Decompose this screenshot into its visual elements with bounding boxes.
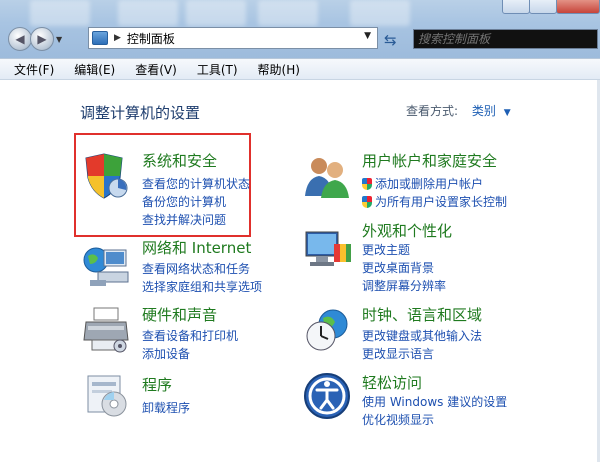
menu-view[interactable]: 查看(V) bbox=[135, 61, 177, 78]
menu-file[interactable]: 文件(F) bbox=[14, 61, 54, 78]
category-title-user-accounts[interactable]: 用户帐户和家庭安全 bbox=[362, 150, 497, 171]
navigation-row: ◀ ▶ ▼ ▶ 控制面板 ▼ ⇆ ⚲ bbox=[8, 25, 600, 53]
link-view-computer-status[interactable]: 查看您的计算机状态 bbox=[142, 175, 250, 192]
link-adjust-resolution[interactable]: 调整屏幕分辨率 bbox=[362, 277, 446, 294]
minimize-button[interactable] bbox=[502, 0, 530, 14]
ease-of-access-icon[interactable] bbox=[303, 372, 351, 420]
recent-pages-dropdown[interactable]: ▼ bbox=[56, 35, 68, 44]
link-parental-controls[interactable]: 为所有用户设置家长控制 bbox=[362, 193, 507, 210]
background-blur bbox=[258, 0, 318, 26]
maximize-button[interactable] bbox=[529, 0, 557, 14]
category-title-appearance[interactable]: 外观和个性化 bbox=[362, 220, 452, 241]
link-use-windows-recommended[interactable]: 使用 Windows 建议的设置 bbox=[362, 393, 507, 410]
view-by-selector[interactable]: 类别 bbox=[472, 104, 496, 118]
back-arrow-icon: ◀ bbox=[15, 32, 25, 46]
category-title-hardware-sound[interactable]: 硬件和声音 bbox=[142, 304, 217, 325]
uac-shield-icon bbox=[362, 196, 372, 208]
link-change-theme[interactable]: 更改主题 bbox=[362, 241, 410, 258]
link-uninstall-program[interactable]: 卸载程序 bbox=[142, 399, 190, 416]
breadcrumb-separator-icon[interactable]: ▶ bbox=[114, 33, 121, 43]
forward-arrow-icon: ▶ bbox=[37, 32, 47, 46]
close-button[interactable] bbox=[556, 0, 600, 14]
chevron-down-icon[interactable]: ▼ bbox=[504, 108, 511, 118]
background-blur bbox=[350, 0, 410, 26]
menu-edit[interactable]: 编辑(E) bbox=[74, 61, 115, 78]
window-controls bbox=[502, 0, 600, 14]
view-by: 查看方式: 类别 ▼ bbox=[406, 102, 511, 119]
category-title-system-security[interactable]: 系统和安全 bbox=[142, 150, 217, 171]
forward-button[interactable]: ▶ bbox=[30, 27, 54, 51]
refresh-icon[interactable]: ⇆ bbox=[384, 31, 397, 49]
uac-shield-icon bbox=[362, 178, 372, 190]
link-change-keyboard[interactable]: 更改键盘或其他输入法 bbox=[362, 327, 482, 344]
shield-security-icon[interactable] bbox=[80, 152, 128, 200]
control-panel-content: 调整计算机的设置 查看方式: 类别 ▼ 系统和安全 查看您的计算机状态 备份您的… bbox=[0, 80, 600, 462]
address-bar[interactable]: ▶ 控制面板 ▼ bbox=[88, 27, 378, 49]
link-change-desktop-background[interactable]: 更改桌面背景 bbox=[362, 259, 434, 276]
link-optimize-video-display[interactable]: 优化视频显示 bbox=[362, 411, 434, 428]
link-troubleshoot[interactable]: 查找并解决问题 bbox=[142, 211, 226, 228]
category-title-clock-language[interactable]: 时钟、语言和区域 bbox=[362, 304, 482, 325]
page-title: 调整计算机的设置 bbox=[80, 104, 201, 122]
link-network-status[interactable]: 查看网络状态和任务 bbox=[142, 260, 250, 277]
title-bar: ◀ ▶ ▼ ▶ 控制面板 ▼ ⇆ ⚲ bbox=[0, 0, 600, 58]
programs-icon[interactable] bbox=[84, 372, 132, 420]
monitor-palette-icon[interactable] bbox=[304, 226, 352, 274]
view-by-label: 查看方式: bbox=[406, 104, 459, 118]
link-add-remove-accounts[interactable]: 添加或删除用户帐户 bbox=[362, 175, 483, 192]
users-icon[interactable] bbox=[303, 152, 351, 200]
background-blur bbox=[186, 0, 246, 26]
category-title-programs[interactable]: 程序 bbox=[142, 374, 172, 395]
link-add-device[interactable]: 添加设备 bbox=[142, 345, 190, 362]
menu-tools[interactable]: 工具(T) bbox=[197, 61, 238, 78]
network-globe-icon[interactable] bbox=[82, 242, 130, 290]
printer-icon[interactable] bbox=[82, 306, 130, 354]
search-input[interactable] bbox=[414, 32, 597, 46]
link-homegroup-sharing[interactable]: 选择家庭组和共享选项 bbox=[142, 278, 262, 295]
menu-help[interactable]: 帮助(H) bbox=[258, 61, 300, 78]
link-label: 添加或删除用户帐户 bbox=[375, 177, 484, 191]
address-dropdown-icon[interactable]: ▼ bbox=[364, 31, 371, 41]
search-box[interactable]: ⚲ bbox=[413, 29, 598, 49]
link-label: 为所有用户设置家长控制 bbox=[375, 195, 508, 209]
breadcrumb-control-panel[interactable]: 控制面板 bbox=[127, 30, 175, 47]
menu-bar: 文件(F) 编辑(E) 查看(V) 工具(T) 帮助(H) bbox=[0, 58, 600, 80]
clock-globe-icon[interactable] bbox=[303, 306, 351, 354]
control-panel-icon bbox=[92, 31, 108, 45]
link-change-display-language[interactable]: 更改显示语言 bbox=[362, 345, 434, 362]
back-button[interactable]: ◀ bbox=[8, 27, 32, 51]
background-blur bbox=[118, 0, 178, 26]
category-title-network-internet[interactable]: 网络和 Internet bbox=[142, 237, 251, 258]
category-title-ease-of-access[interactable]: 轻松访问 bbox=[362, 372, 422, 393]
background-blur bbox=[30, 0, 90, 26]
link-devices-printers[interactable]: 查看设备和打印机 bbox=[142, 327, 238, 344]
link-backup-computer[interactable]: 备份您的计算机 bbox=[142, 193, 226, 210]
